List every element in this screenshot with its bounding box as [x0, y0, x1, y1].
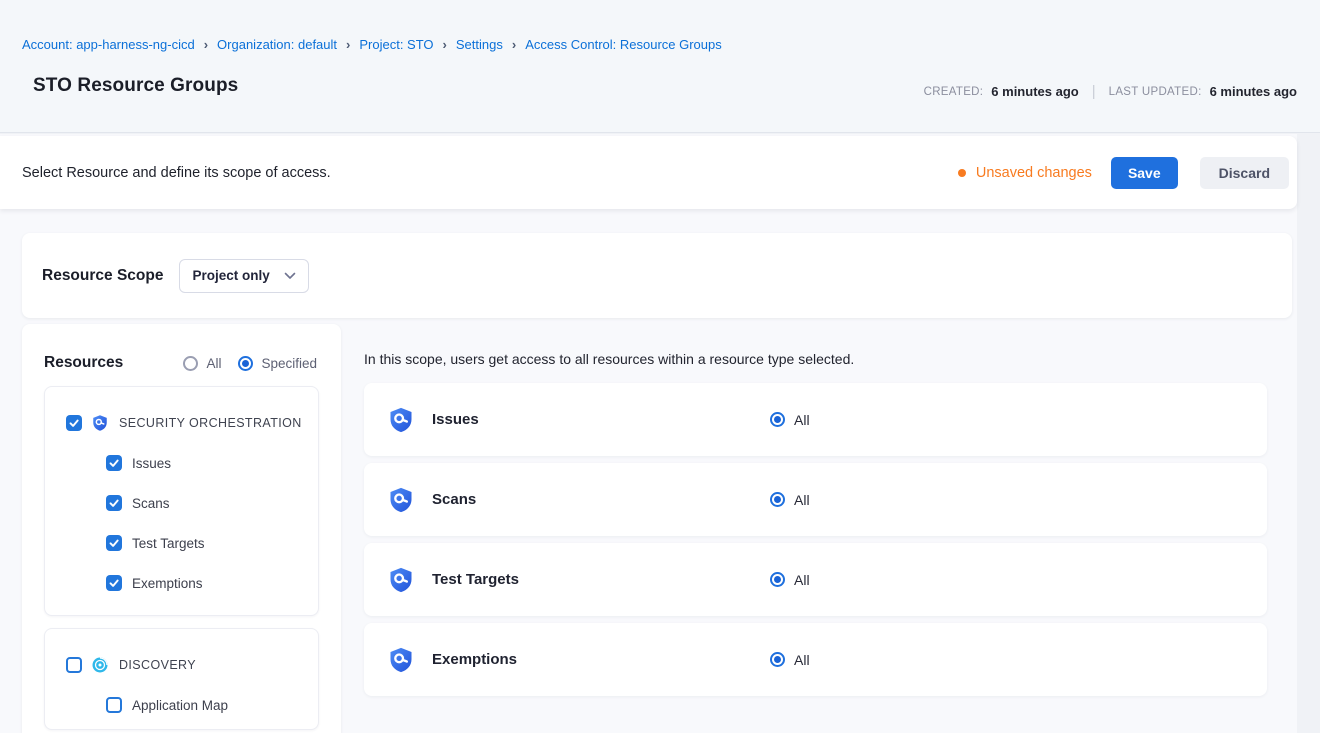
resource-scope-card: Resource Scope Project only [22, 233, 1292, 318]
check-icon [107, 496, 121, 510]
tree-row-application-map: Application Map [45, 697, 318, 713]
radio-all-icon[interactable] [770, 412, 785, 427]
breadcrumb: Account: app-harness-ng-cicd › Organizat… [22, 37, 722, 52]
radio-all-icon[interactable] [183, 356, 198, 371]
last-updated-label: LAST UPDATED: [1109, 86, 1202, 98]
resource-scope-heading: Resource Scope [42, 267, 163, 285]
toolbar-actions: Unsaved changes Save Discard [958, 157, 1289, 189]
group-label: DISCOVERY [119, 658, 196, 672]
radio-all-icon[interactable] [770, 652, 785, 667]
resource-card-scans: Scans All [364, 463, 1267, 536]
tree-row-test-targets: Test Targets [45, 535, 318, 551]
tree-row-issues: Issues [45, 455, 318, 471]
resource-groups-page: Account: app-harness-ng-cicd › Organizat… [0, 0, 1320, 733]
check-icon [67, 416, 81, 430]
access-option-label: All [794, 492, 810, 508]
sto-shield-icon [387, 486, 415, 514]
tree-row-discovery: DISCOVERY [45, 657, 318, 673]
scope-description: In this scope, users get access to all r… [364, 351, 854, 367]
item-label: Test Targets [132, 536, 205, 551]
tree-row-security-orchestration: SECURITY ORCHESTRATION [45, 415, 318, 431]
radio-all[interactable]: All [183, 356, 221, 371]
resources-filter-radio-group: All Specified [183, 356, 317, 371]
resource-scope-dropdown[interactable]: Project only [179, 259, 309, 293]
access-option-label: All [794, 412, 810, 428]
check-icon [107, 536, 121, 550]
resource-group-discovery: DISCOVERY Application Map [44, 628, 319, 730]
chevron-right-icon: › [512, 38, 516, 51]
breadcrumb-resource-groups-link[interactable]: Access Control: Resource Groups [525, 37, 722, 52]
unsaved-changes-indicator: Unsaved changes [958, 165, 1092, 181]
resource-card-title: Test Targets [432, 571, 519, 588]
resource-group-security-orchestration: SECURITY ORCHESTRATION Issues Scans Test… [44, 386, 319, 616]
access-option-label: All [794, 652, 810, 668]
resource-card-test-targets: Test Targets All [364, 543, 1267, 616]
header-meta: CREATED: 6 minutes ago | LAST UPDATED: 6… [924, 83, 1297, 100]
meta-divider: | [1092, 83, 1096, 100]
chevron-right-icon: › [346, 38, 350, 51]
checkbox-application-map[interactable] [106, 697, 122, 713]
unsaved-dot-icon [958, 169, 966, 177]
chevron-right-icon: › [204, 38, 208, 51]
resource-card-title: Exemptions [432, 651, 517, 668]
sto-shield-icon [91, 414, 109, 432]
item-label: Issues [132, 456, 171, 471]
resource-card-title: Scans [432, 491, 476, 508]
sto-shield-icon [387, 566, 415, 594]
item-label: Application Map [132, 698, 228, 713]
radio-all-icon[interactable] [770, 572, 785, 587]
checkbox-scans[interactable] [106, 495, 122, 511]
breadcrumb-organization-link[interactable]: Organization: default [217, 37, 337, 52]
radio-specified[interactable]: Specified [238, 356, 317, 371]
check-icon [107, 456, 121, 470]
last-updated-value: 6 minutes ago [1210, 84, 1297, 99]
breadcrumb-project-link[interactable]: Project: STO [359, 37, 433, 52]
action-toolbar: Select Resource and define its scope of … [0, 136, 1297, 209]
item-label: Exemptions [132, 576, 203, 591]
access-option-all[interactable]: All [770, 652, 810, 668]
checkbox-issues[interactable] [106, 455, 122, 471]
tree-row-exemptions: Exemptions [45, 575, 318, 591]
unsaved-changes-label: Unsaved changes [976, 165, 1092, 181]
check-icon [107, 576, 121, 590]
radio-specified-icon[interactable] [238, 356, 253, 371]
group-label: SECURITY ORCHESTRATION [119, 416, 302, 430]
page-header: Account: app-harness-ng-cicd › Organizat… [0, 0, 1320, 133]
sto-shield-icon [387, 406, 415, 434]
discard-button[interactable]: Discard [1200, 157, 1289, 189]
checkbox-discovery[interactable] [66, 657, 82, 673]
resource-scope-selected-value: Project only [192, 268, 269, 283]
created-value: 6 minutes ago [991, 84, 1078, 99]
breadcrumb-account-link[interactable]: Account: app-harness-ng-cicd [22, 37, 195, 52]
access-option-all[interactable]: All [770, 412, 810, 428]
save-button[interactable]: Save [1111, 157, 1178, 189]
resources-panel: Resources All Specified SECURITY ORCHES [22, 324, 341, 733]
resource-card-issues: Issues All [364, 383, 1267, 456]
sto-shield-icon [387, 646, 415, 674]
breadcrumb-settings-link[interactable]: Settings [456, 37, 503, 52]
access-option-all[interactable]: All [770, 572, 810, 588]
resources-panel-header: Resources All Specified [22, 324, 341, 372]
chevron-right-icon: › [443, 38, 447, 51]
resource-card-exemptions: Exemptions All [364, 623, 1267, 696]
checkbox-security-orchestration[interactable] [66, 415, 82, 431]
access-option-label: All [794, 572, 810, 588]
chevron-down-icon [284, 272, 296, 280]
created-label: CREATED: [924, 86, 984, 98]
checkbox-exemptions[interactable] [106, 575, 122, 591]
page-title: STO Resource Groups [33, 75, 238, 97]
access-option-all[interactable]: All [770, 492, 810, 508]
radio-all-label: All [206, 356, 221, 371]
resources-heading: Resources [44, 354, 123, 372]
radio-all-icon[interactable] [770, 492, 785, 507]
resource-card-title: Issues [432, 411, 479, 428]
discovery-icon [91, 656, 109, 674]
toolbar-description: Select Resource and define its scope of … [22, 165, 331, 181]
radio-specified-label: Specified [261, 356, 317, 371]
tree-row-scans: Scans [45, 495, 318, 511]
checkbox-test-targets[interactable] [106, 535, 122, 551]
item-label: Scans [132, 496, 170, 511]
